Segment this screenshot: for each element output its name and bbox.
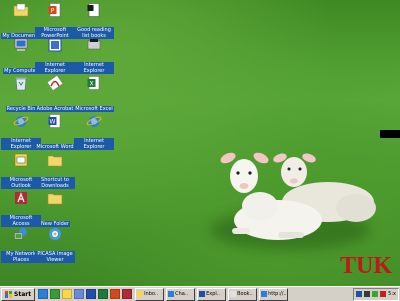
task-button[interactable]: Inbo.. <box>135 287 165 301</box>
wallpaper-black-tag <box>380 130 400 138</box>
task-button[interactable]: Expl.. <box>197 287 227 301</box>
start-label: Start <box>14 290 32 298</box>
update-tray-icon[interactable] <box>380 291 387 297</box>
web-page-icon <box>48 38 62 52</box>
picasa-icon <box>49 228 61 240</box>
computer-icon <box>14 38 28 51</box>
ql-access-icon[interactable] <box>122 289 133 299</box>
task-button[interactable]: Book.. <box>228 287 258 301</box>
icon-label: Shortcut to Downloads <box>35 177 75 189</box>
folder-icon <box>47 193 63 205</box>
folder-icon <box>47 155 63 167</box>
svg-text:W: W <box>50 119 56 126</box>
icon-label: Internet Explorer <box>35 62 75 74</box>
ql-word-icon[interactable] <box>86 289 97 299</box>
internet-explorer-icon <box>13 116 29 127</box>
outlook-icon <box>14 153 28 167</box>
desktop-icon-reading-list[interactable]: Good reading list books <box>74 2 114 41</box>
task-button[interactable]: Cha.. <box>166 287 196 301</box>
ql-outlook-icon[interactable] <box>62 289 73 299</box>
excel-icon: X <box>87 76 100 90</box>
desktop-icon-word[interactable]: W Microsoft Word <box>35 113 75 152</box>
clock[interactable]: 5:x <box>388 291 396 297</box>
windows-flag-icon <box>5 290 12 298</box>
ql-ie-icon[interactable] <box>38 289 49 299</box>
desktop-icon-picasa[interactable]: PICASA Image Viewer <box>35 226 75 265</box>
chat-icon <box>168 291 175 297</box>
ql-excel-icon[interactable] <box>98 289 109 299</box>
desktop-icon-excel[interactable]: X Microsoft Excel <box>74 75 114 114</box>
inbox-icon <box>137 291 144 297</box>
icon-label: PICASA Image Viewer <box>35 251 75 263</box>
explorer-icon <box>199 291 206 297</box>
acrobat-icon <box>46 75 64 91</box>
text-document-icon <box>87 3 100 17</box>
task-label: Book.. <box>237 291 253 297</box>
task-button[interactable]: http://.. <box>259 287 289 301</box>
ql-mail-icon[interactable] <box>74 289 85 299</box>
task-label: Expl.. <box>206 291 220 297</box>
desktop-icon-new-folder[interactable]: New Folder <box>35 190 75 229</box>
desktop-icon-internet-explorer-page[interactable]: Internet Explorer <box>35 37 75 76</box>
access-icon <box>15 192 27 204</box>
icon-label: Microsoft Word <box>35 144 75 150</box>
wallpaper-watermark: TUK <box>339 253 392 279</box>
icon-label: Microsoft Excel <box>74 106 114 112</box>
task-label: http://.. <box>268 291 287 297</box>
book-icon <box>230 291 237 297</box>
word-icon: W <box>48 114 61 128</box>
desktop-icon-acrobat[interactable]: Adobe Acrobat <box>35 75 75 114</box>
browser-icon <box>261 291 268 297</box>
network-tray-icon[interactable] <box>356 291 363 297</box>
desktop-icon-internet-explorer-shortcut[interactable]: Internet Explorer <box>74 37 114 76</box>
taskbar: Start Inbo.. Cha.. Expl.. Book.. http://… <box>0 286 400 301</box>
desktop-icon-powerpoint[interactable]: P Microsoft PowerPoint <box>35 2 75 41</box>
folder-documents-icon <box>13 3 29 17</box>
messenger-tray-icon[interactable] <box>372 291 379 297</box>
internet-explorer-icon <box>86 116 102 127</box>
start-button[interactable]: Start <box>1 287 36 301</box>
lambs-wallpaper-image <box>220 152 376 240</box>
desktop-icon-downloads-shortcut[interactable]: Shortcut to Downloads <box>35 152 75 191</box>
recycle-bin-icon <box>15 77 27 91</box>
quick-launch <box>38 289 133 299</box>
powerpoint-icon: P <box>48 3 61 17</box>
task-buttons: Inbo.. Cha.. Expl.. Book.. http://.. <box>135 287 289 301</box>
svg-text:X: X <box>89 81 93 88</box>
antivirus-tray-icon[interactable] <box>364 291 371 297</box>
icon-label: Internet Explorer <box>74 138 114 150</box>
svg-text:P: P <box>51 8 55 15</box>
ie-shortcut-icon <box>87 39 101 50</box>
task-label: Inbo.. <box>144 291 159 297</box>
task-label: Cha.. <box>175 291 188 297</box>
desktop[interactable]: TUK My Documents My Computer Recycle Bin… <box>0 0 400 286</box>
system-tray: 5:x <box>353 287 399 301</box>
icon-label: Internet Explorer <box>74 62 114 74</box>
desktop-icon-internet-explorer-2[interactable]: Internet Explorer <box>74 113 114 152</box>
icon-label: Recycle Bin <box>5 106 37 112</box>
icon-label: Adobe Acrobat <box>35 106 75 112</box>
ql-powerpoint-icon[interactable] <box>110 289 121 299</box>
ql-desktop-icon[interactable] <box>50 289 61 299</box>
icon-label: My Computer <box>3 68 39 74</box>
network-places-icon <box>14 228 27 240</box>
